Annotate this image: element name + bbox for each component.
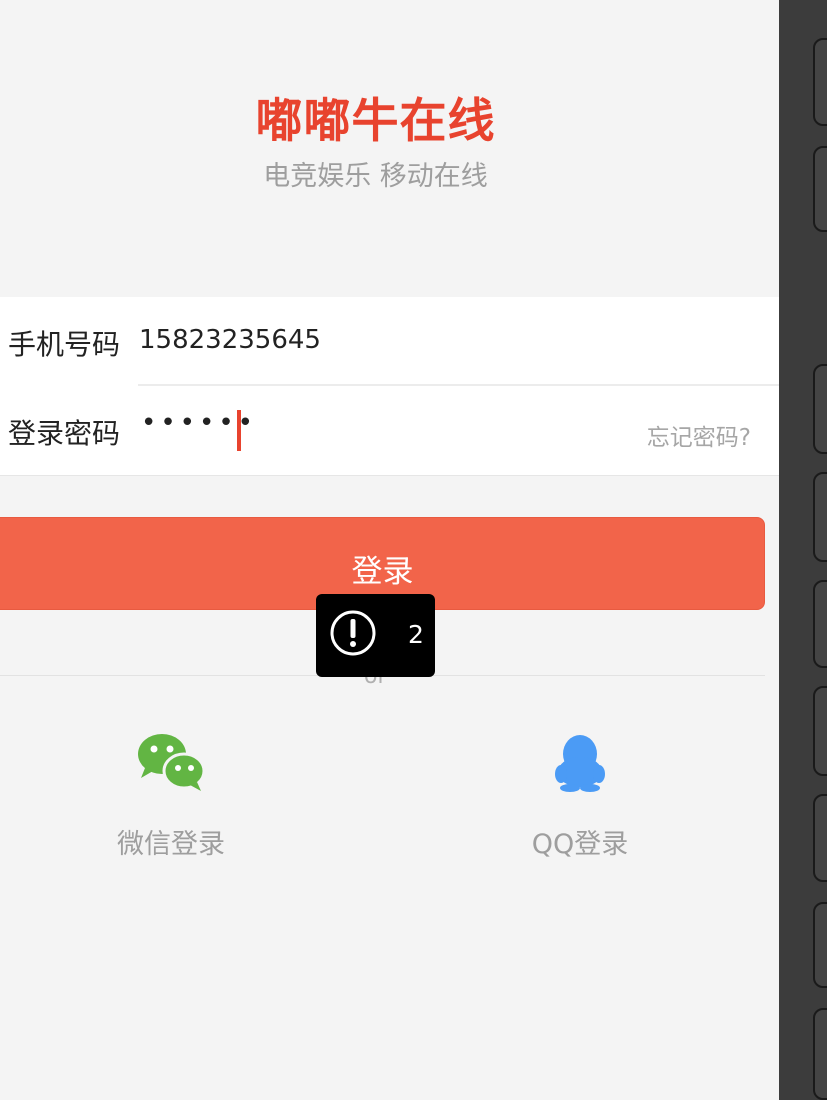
alert-circle-icon: [330, 610, 376, 656]
password-label: 登录密码: [8, 417, 121, 450]
login-screen: 嘟嘟牛在线 电竞娱乐 移动在线 手机号码 15823235645 登录密码 ••…: [0, 0, 779, 1100]
phone-row: 手机号码 15823235645: [0, 297, 779, 386]
text-cursor: [237, 410, 241, 451]
side-key: [813, 472, 827, 562]
wechat-login-label: 微信登录: [117, 829, 225, 860]
error-count: 2: [408, 620, 424, 649]
qq-penguin-icon: [555, 735, 605, 792]
app-title: 嘟嘟牛在线: [255, 94, 496, 149]
side-key: [813, 146, 827, 232]
side-key: [813, 686, 827, 776]
login-form: 手机号码 15823235645 登录密码 •••••• 忘记密码?: [0, 297, 779, 476]
side-key: [813, 364, 827, 454]
error-toast: 2: [316, 594, 435, 677]
forgot-password-link[interactable]: 忘记密码?: [647, 418, 751, 452]
side-key: [813, 1008, 827, 1100]
side-key: [813, 794, 827, 882]
phone-label: 手机号码: [8, 328, 121, 361]
wechat-icon: [138, 734, 206, 791]
keyboard-side-panel: [779, 0, 827, 1100]
qq-login-label: QQ登录: [531, 829, 629, 860]
side-key: [813, 580, 827, 668]
wechat-login-button[interactable]: 微信登录: [56, 732, 286, 861]
app-tagline: 电竞娱乐 移动在线: [263, 161, 488, 192]
login-button-label: 登录: [351, 554, 414, 590]
side-key: [813, 38, 827, 126]
phone-input[interactable]: 15823235645: [139, 325, 321, 355]
password-row: 登录密码 •••••• 忘记密码?: [0, 386, 779, 474]
side-key: [813, 902, 827, 988]
qq-login-button[interactable]: QQ登录: [465, 732, 695, 861]
